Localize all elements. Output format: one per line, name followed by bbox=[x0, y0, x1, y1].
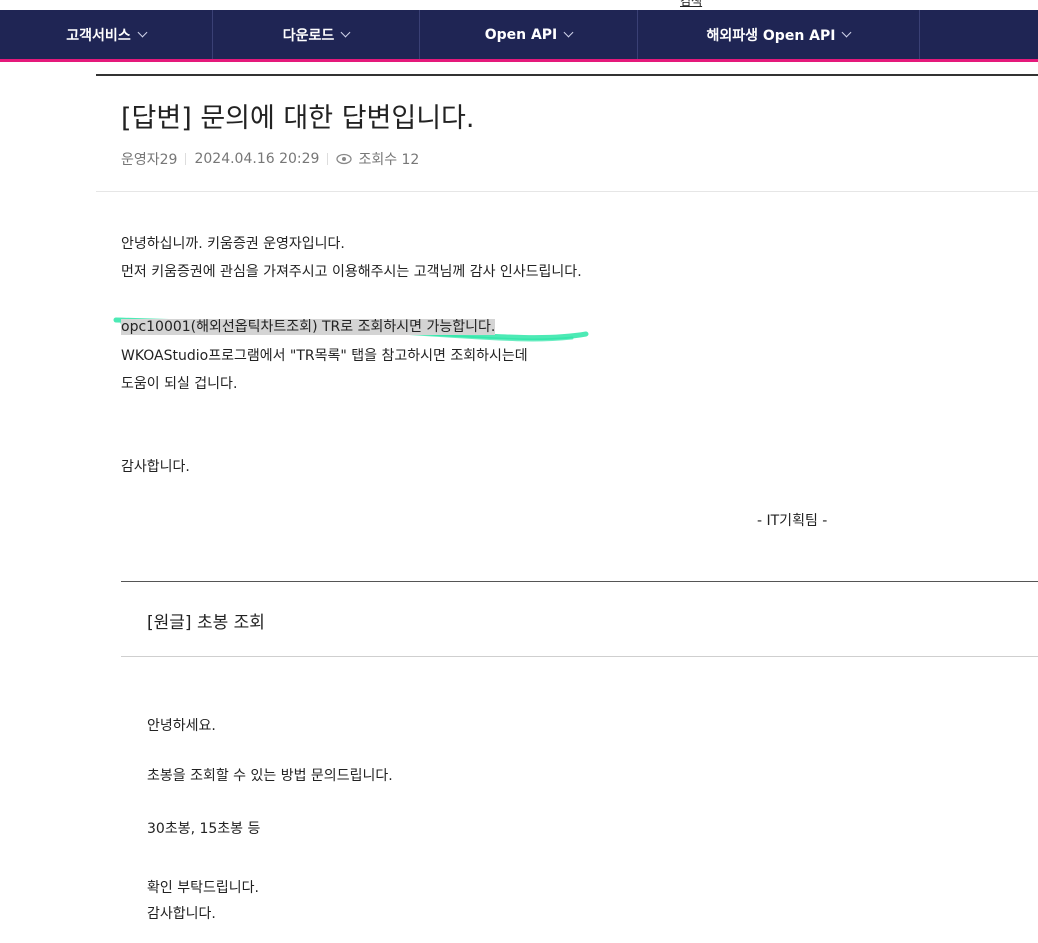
chevron-down-icon bbox=[137, 27, 148, 37]
highlighted-text: opc10001(해외선옵틱차트조회) TR로 조회하시면 가능합니다. bbox=[121, 319, 496, 335]
nav-item-label: 다운로드 bbox=[282, 27, 335, 44]
post-title: [답변] 문의에 대한 답변입니다. bbox=[121, 103, 475, 134]
chevron-down-icon bbox=[563, 27, 574, 37]
original-line: 안녕하세요. bbox=[147, 718, 216, 734]
main-navbar: 고객서비스 다운로드 Open API 해외파생 Open API bbox=[0, 10, 1038, 62]
body-greeting-2: 먼저 키움증권에 관심을 가져주시고 이용해주시는 고객님께 감사 인사드립니다… bbox=[121, 264, 582, 280]
original-line: 확인 부탁드립니다. bbox=[147, 880, 259, 896]
nav-item-download[interactable]: 다운로드 bbox=[213, 10, 420, 59]
nav-item-extra[interactable] bbox=[920, 10, 1038, 59]
post-meta: 운영자29 2024.04.16 20:29 조회수 12 bbox=[121, 149, 419, 169]
nav-item-open-api[interactable]: Open API bbox=[420, 10, 638, 59]
post-views: 조회수 12 bbox=[358, 152, 420, 168]
nav-item-overseas-open-api[interactable]: 해외파생 Open API bbox=[638, 10, 920, 59]
meta-separator bbox=[327, 153, 329, 165]
body-answer-3: 도움이 되실 겁니다. bbox=[121, 376, 238, 392]
signature: - IT기획팀 - bbox=[757, 513, 828, 529]
eye-icon bbox=[336, 153, 353, 165]
meta-separator bbox=[185, 153, 187, 165]
body-answer-1: opc10001(해외선옵틱차트조회) TR로 조회하시면 가능합니다. bbox=[121, 316, 496, 336]
chevron-down-icon bbox=[842, 27, 852, 37]
meta-divider bbox=[96, 191, 1038, 192]
chevron-down-icon bbox=[340, 27, 351, 37]
title-divider bbox=[96, 74, 1038, 76]
original-top-divider bbox=[121, 581, 1038, 582]
top-link[interactable]: 검색 bbox=[680, 0, 702, 8]
original-line: 초봉을 조회할 수 있는 방법 문의드립니다. bbox=[147, 768, 393, 784]
nav-item-customer-service[interactable]: 고객서비스 bbox=[0, 10, 213, 59]
original-post-title: [원글] 초봉 조회 bbox=[147, 613, 265, 633]
nav-item-label: Open API bbox=[484, 26, 558, 43]
original-line: 감사합니다. bbox=[147, 906, 216, 922]
nav-item-label: 해외파생 Open API bbox=[706, 27, 836, 44]
body-thanks: 감사합니다. bbox=[121, 459, 190, 475]
post-author: 운영자29 bbox=[121, 152, 178, 168]
original-bottom-divider bbox=[121, 656, 1038, 657]
post-datetime: 2024.04.16 20:29 bbox=[194, 151, 320, 167]
body-greeting-1: 안녕하십니까. 키움증권 운영자입니다. bbox=[121, 236, 345, 252]
top-strip: 검색 bbox=[0, 0, 1038, 10]
body-answer-2: WKOAStudio프로그램에서 "TR목록" 탭을 참고하시면 조회하시는데 bbox=[121, 348, 528, 364]
nav-item-label: 고객서비스 bbox=[66, 27, 131, 44]
original-line: 30초봉, 15초봉 등 bbox=[147, 821, 261, 837]
